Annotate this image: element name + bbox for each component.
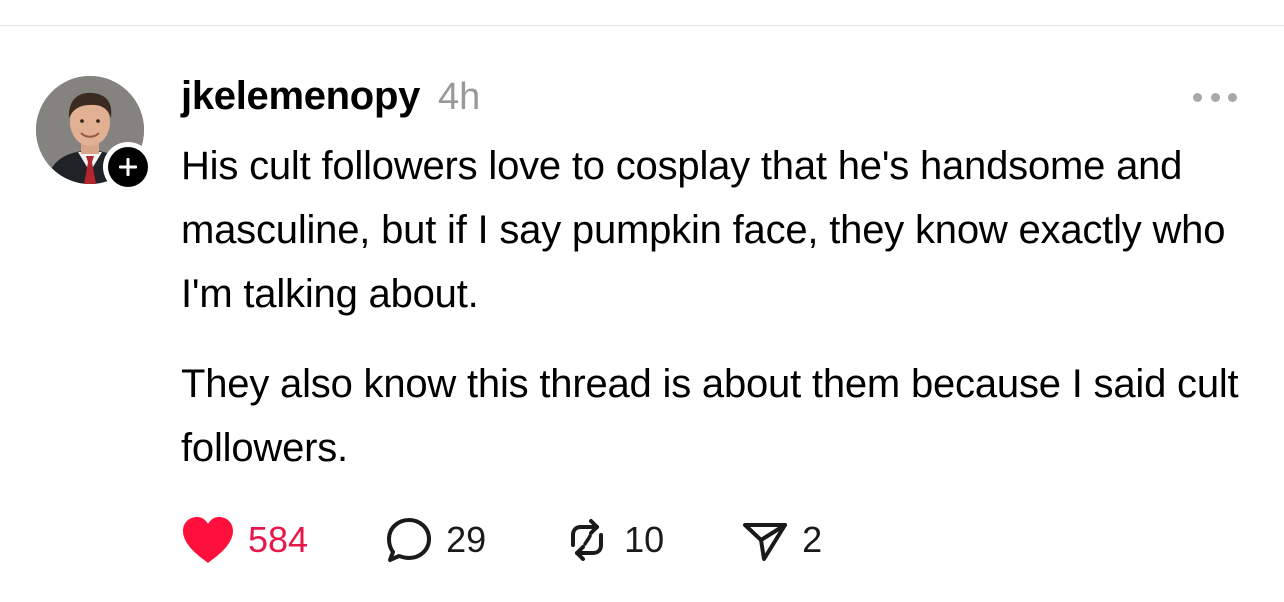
heart-icon	[180, 515, 236, 565]
top-divider	[0, 25, 1284, 26]
repost-arrows-icon	[562, 515, 612, 565]
like-count: 584	[248, 519, 309, 560]
repost-button[interactable]: 10	[562, 512, 664, 568]
follow-button[interactable]	[103, 142, 153, 192]
ellipsis-dot	[1210, 92, 1220, 102]
reply-button[interactable]: 29	[384, 512, 486, 568]
like-button[interactable]: 584	[180, 512, 308, 568]
avatar-container[interactable]	[36, 76, 156, 196]
plus-icon	[108, 147, 148, 187]
paper-plane-icon	[740, 515, 790, 565]
action-bar: 584 29 10 2	[180, 512, 822, 568]
post-body: His cult followers love to cosplay that …	[181, 134, 1261, 480]
post-paragraph: His cult followers love to cosplay that …	[181, 144, 1226, 316]
timestamp[interactable]: 4h	[438, 76, 480, 119]
ellipsis-dot	[1228, 92, 1237, 102]
ellipsis-icon	[1193, 92, 1202, 102]
reply-count: 29	[446, 519, 487, 560]
username[interactable]: jkelemenopy	[181, 74, 420, 119]
speech-bubble-icon	[384, 515, 434, 565]
post-paragraph: They also know this thread is about them…	[181, 362, 1239, 470]
repost-count: 10	[624, 519, 665, 560]
more-options-button[interactable]	[1193, 86, 1237, 108]
post-header: jkelemenopy 4h	[181, 74, 480, 124]
share-button[interactable]: 2	[740, 512, 822, 568]
share-count: 2	[802, 519, 823, 560]
